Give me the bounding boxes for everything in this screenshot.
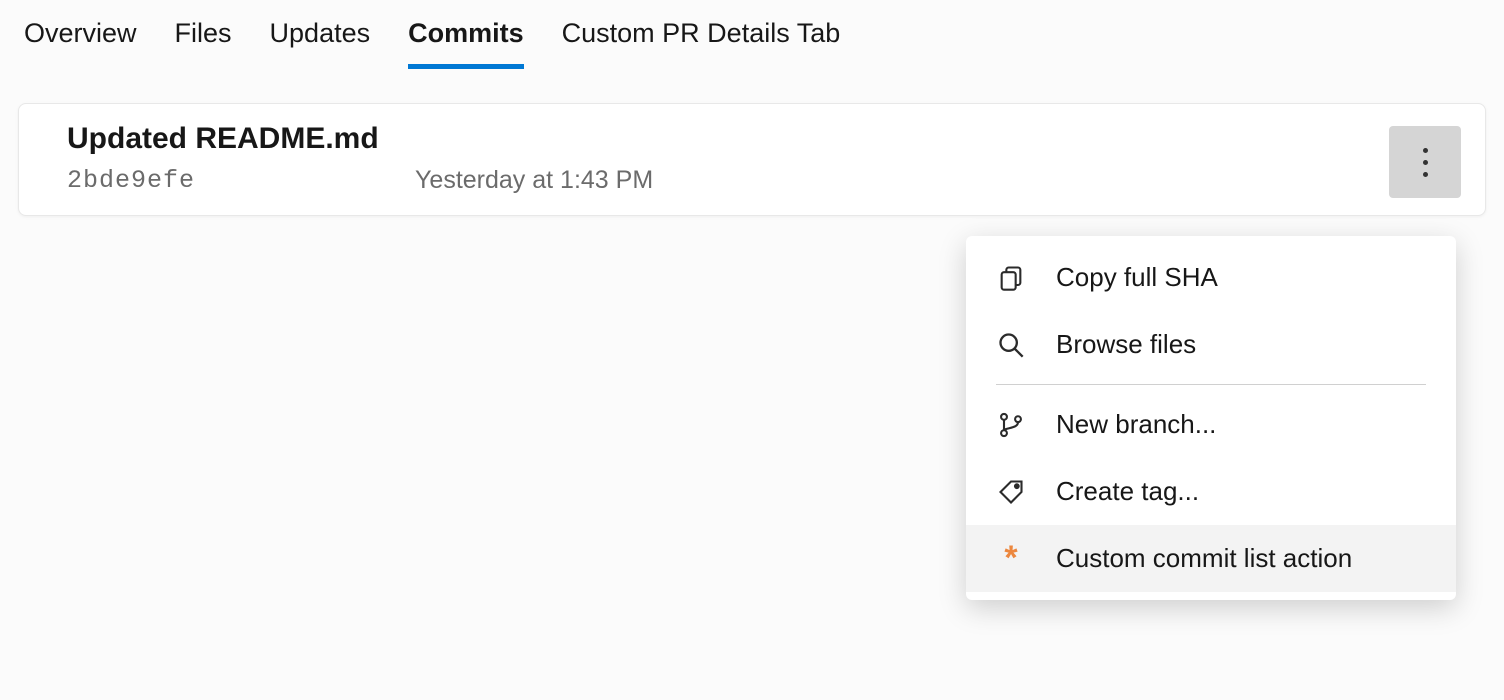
commit-meta: 2bde9efe Yesterday at 1:43 PM (67, 166, 1461, 195)
pr-tab-bar: Overview Files Updates Commits Custom PR… (0, 0, 1504, 69)
menu-item-browse-files[interactable]: Browse files (966, 311, 1456, 378)
menu-separator (996, 384, 1426, 385)
menu-item-create-tag[interactable]: Create tag... (966, 458, 1456, 525)
branch-icon (996, 410, 1026, 440)
tab-commits[interactable]: Commits (408, 18, 524, 69)
commit-sha: 2bde9efe (67, 166, 195, 195)
search-icon (996, 330, 1026, 360)
asterisk-icon: * (996, 544, 1026, 574)
menu-item-label: Custom commit list action (1056, 543, 1352, 574)
tag-icon (996, 477, 1026, 507)
tab-custom-pr-details[interactable]: Custom PR Details Tab (562, 18, 841, 69)
tab-updates[interactable]: Updates (270, 18, 371, 69)
tab-files[interactable]: Files (175, 18, 232, 69)
menu-item-label: New branch... (1056, 409, 1216, 440)
more-actions-button[interactable] (1389, 126, 1461, 198)
menu-item-label: Browse files (1056, 329, 1196, 360)
menu-item-new-branch[interactable]: New branch... (966, 391, 1456, 458)
kebab-icon (1423, 148, 1428, 177)
copy-icon (996, 263, 1026, 293)
menu-item-label: Create tag... (1056, 476, 1199, 507)
commit-card: Updated README.md 2bde9efe Yesterday at … (18, 103, 1486, 216)
commit-context-menu: Copy full SHA Browse files New branch... (966, 236, 1456, 600)
menu-item-custom-commit-action[interactable]: * Custom commit list action (966, 525, 1456, 592)
menu-item-label: Copy full SHA (1056, 262, 1218, 293)
tab-overview[interactable]: Overview (24, 18, 137, 69)
commit-title: Updated README.md (67, 122, 1461, 156)
menu-item-copy-sha[interactable]: Copy full SHA (966, 244, 1456, 311)
commit-time: Yesterday at 1:43 PM (415, 166, 653, 195)
